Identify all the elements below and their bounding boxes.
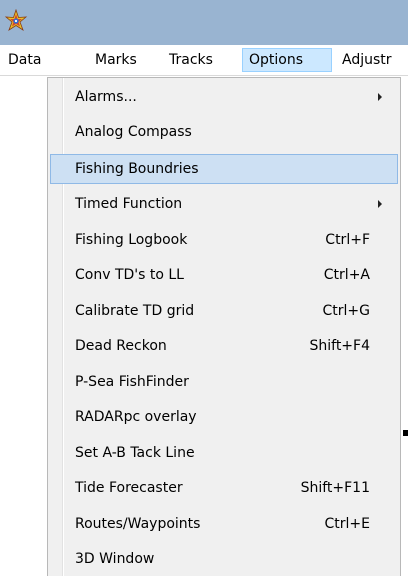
menu-marks[interactable]: Marks	[89, 48, 143, 72]
submenu-arrow-icon	[378, 93, 382, 101]
menu-data[interactable]: Data	[2, 48, 47, 72]
menu-item-p-sea-fishfinder[interactable]: P-Sea FishFinder	[50, 367, 398, 397]
menu-item-label: RADARpc overlay	[75, 409, 197, 425]
menu-item-analog-compass[interactable]: Analog Compass	[50, 117, 398, 147]
menu-item-alarms[interactable]: Alarms...	[50, 82, 398, 112]
menu-item-shortcut: Ctrl+F	[325, 232, 370, 248]
menu-item-routes-waypoints[interactable]: Routes/Waypoints Ctrl+E	[50, 509, 398, 539]
submenu-arrow-icon	[378, 200, 382, 208]
menu-item-label: P-Sea FishFinder	[75, 374, 189, 390]
menu-item-timed-function[interactable]: Timed Function	[50, 189, 398, 219]
menu-item-shortcut: Ctrl+E	[324, 516, 371, 532]
menu-item-label: Dead Reckon	[75, 338, 167, 354]
menu-tracks[interactable]: Tracks	[163, 48, 219, 72]
menu-item-radarpc-overlay[interactable]: RADARpc overlay	[50, 402, 398, 432]
window-background-strip	[401, 76, 408, 576]
menu-item-shortcut: Shift+F11	[300, 480, 370, 496]
menu-item-shortcut: Shift+F4	[309, 338, 370, 354]
menu-item-shortcut: Ctrl+G	[322, 303, 371, 319]
menu-item-label: Alarms...	[75, 89, 137, 105]
menu-item-label: Fishing Logbook	[75, 232, 188, 248]
menu-item-shortcut: Ctrl+A	[323, 267, 370, 283]
menu-bar: Data Marks Tracks Options Adjustr	[0, 45, 408, 76]
menu-item-fishing-logbook[interactable]: Fishing Logbook Ctrl+F	[50, 225, 398, 255]
menu-options[interactable]: Options	[242, 48, 332, 72]
menu-item-conv-tds-to-ll[interactable]: Conv TD's to LL Ctrl+A	[50, 260, 398, 290]
menu-item-label: Set A-B Tack Line	[75, 445, 195, 461]
menu-item-tide-forecaster[interactable]: Tide Forecaster Shift+F11	[50, 473, 398, 503]
menu-item-set-ab-tack-line[interactable]: Set A-B Tack Line	[50, 438, 398, 468]
menu-item-dead-reckon[interactable]: Dead Reckon Shift+F4	[50, 331, 398, 361]
menu-item-calibrate-td-grid[interactable]: Calibrate TD grid Ctrl+G	[50, 296, 398, 326]
title-bar	[0, 0, 408, 45]
menu-item-label: Analog Compass	[75, 124, 192, 140]
star-compass-app-icon[interactable]	[4, 9, 28, 33]
menu-item-label: Fishing Boundries	[75, 161, 199, 177]
window-edge-mark	[403, 430, 408, 436]
menu-item-3d-window[interactable]: 3D Window	[50, 544, 398, 574]
menu-item-label: 3D Window	[75, 551, 155, 567]
menu-item-fishing-boundries[interactable]: Fishing Boundries	[50, 154, 398, 184]
menu-item-label: Routes/Waypoints	[75, 516, 201, 532]
options-dropdown-menu: Alarms... Analog Compass Fishing Boundri…	[47, 77, 401, 576]
menu-item-label: Calibrate TD grid	[75, 303, 195, 319]
menu-item-label: Timed Function	[75, 196, 183, 212]
menu-item-label: Conv TD's to LL	[75, 267, 184, 283]
menu-item-label: Tide Forecaster	[75, 480, 183, 496]
menu-adjustments[interactable]: Adjustr	[336, 48, 398, 72]
